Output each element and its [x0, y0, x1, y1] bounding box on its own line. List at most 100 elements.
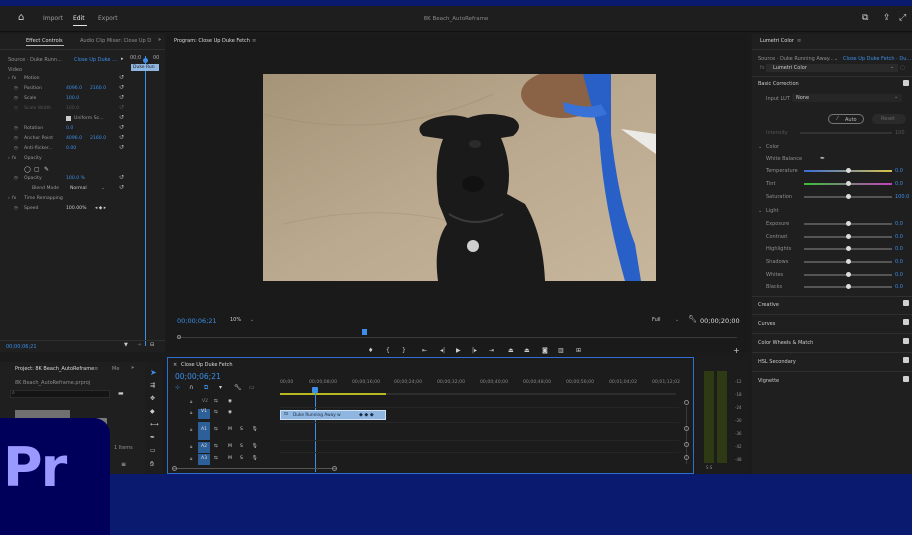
highlights-knob[interactable] [846, 246, 851, 251]
tint-value[interactable]: 0.0 [895, 181, 903, 187]
track-select-tool-icon[interactable]: ⇶ [150, 382, 155, 389]
lock-icon[interactable]: 🔒︎ [190, 399, 192, 405]
saturation-knob[interactable] [846, 194, 851, 199]
chevron-down-icon[interactable]: ⌄ [101, 186, 105, 191]
ec-row-value[interactable]: 100.0 % [66, 176, 85, 181]
intensity-slider[interactable] [800, 132, 892, 134]
ec-row-scale[interactable]: ◷ Scale 100.0 ↺ [0, 94, 160, 104]
color-wheels-section-header[interactable]: Color Wheels & Match [758, 340, 813, 346]
sequence-label[interactable]: Close Up Duke ... [74, 57, 117, 63]
lock-icon[interactable]: 🔒︎ [190, 456, 192, 462]
program-title[interactable]: Program: Close Up Duke Fetch [174, 38, 250, 44]
reset-icon[interactable]: ↺ [119, 184, 124, 191]
pen-tool-icon[interactable]: ✒ [150, 434, 155, 441]
hand-tool-icon[interactable]: ✋︎ [150, 460, 154, 469]
timeline-timecode[interactable]: 00;00;06;21 [175, 372, 221, 381]
mini-playhead-head[interactable] [143, 58, 148, 63]
slip-tool-icon[interactable]: ⟷ [150, 421, 159, 428]
ec-row-uniform-scale[interactable]: Uniform Sc... ↺ [0, 114, 160, 124]
wrench-icon[interactable]: 🔧︎ [688, 315, 697, 323]
mini-clip[interactable]: Duke Run [131, 64, 159, 71]
lock-icon[interactable]: 🔒︎ [190, 427, 192, 433]
basic-correction-header[interactable]: Basic Correction [758, 81, 799, 87]
ec-row-position[interactable]: ◷ Position 4096.0 2160.0 ↺ [0, 84, 160, 94]
filter-icon[interactable]: ▼ [124, 342, 128, 348]
scroll-handle-icon[interactable] [684, 400, 689, 405]
captions-icon[interactable]: ▭ [249, 384, 255, 391]
ec-row-value2[interactable]: 2160.0 [90, 86, 106, 91]
track-header-a2[interactable]: 🔒︎ A2 ⇆ M S 🎙︎ [190, 442, 280, 453]
ec-row-value[interactable]: 4096.0 [66, 86, 82, 91]
tab-effect-controls[interactable]: Effect Controls [26, 38, 63, 44]
tab-audio-clip-mixer[interactable]: Audio Clip Mixer: Close Up D [80, 38, 151, 44]
stopwatch-icon[interactable]: ◷ [14, 86, 18, 91]
tab-lumetri-color[interactable]: Lumetri Color [760, 38, 794, 44]
lock-icon[interactable]: 🔒︎ [190, 444, 192, 450]
shadows-knob[interactable] [846, 259, 851, 264]
solo-button[interactable]: S [240, 444, 243, 449]
ec-row-opacity[interactable]: ◷ Opacity 100.0 % ↺ [0, 174, 160, 184]
track-header-v2[interactable]: 🔒︎ V2 ⇆ ◉ [190, 399, 280, 408]
ec-row-value[interactable]: 0.0 [66, 126, 73, 131]
razor-tool-icon[interactable]: ◆ [150, 408, 155, 415]
chevron-down-icon[interactable]: ⌄ [250, 317, 254, 323]
panel-menu-icon[interactable]: ≡ [797, 38, 801, 44]
scroll-handle-icon[interactable] [684, 455, 689, 460]
add-marker-icon[interactable]: ▾ [219, 384, 222, 391]
export-frame-icon[interactable]: ⇥ [137, 342, 141, 348]
ripple-edit-tool-icon[interactable]: ✥ [150, 395, 155, 402]
timeline-playhead-line[interactable] [315, 392, 316, 472]
reset-icon[interactable]: ↺ [119, 74, 124, 81]
expand-icon[interactable]: › [8, 196, 10, 201]
sync-lock-icon[interactable]: ⇆ [214, 444, 218, 449]
stopwatch-icon[interactable]: ◷ [14, 176, 18, 181]
zoom-select[interactable]: 10% [230, 317, 241, 323]
play-button[interactable]: ▶ [456, 347, 461, 354]
track-name[interactable]: V1 [198, 409, 210, 419]
vignette-checkbox[interactable] [903, 376, 909, 382]
ec-row-anchor-point[interactable]: ◷ Anchor Point 4096.0 2160.0 ↺ [0, 134, 160, 144]
step-back-icon[interactable]: ◂| [440, 347, 445, 354]
ellipse-mask-icon[interactable]: ◯ [24, 166, 31, 173]
ec-row-value[interactable]: 100.0 [66, 96, 79, 101]
expand-icon[interactable]: ⌄ [758, 144, 762, 150]
creative-section-header[interactable]: Creative [758, 302, 779, 308]
solo-button[interactable]: S [240, 427, 243, 432]
panel-menu-icon[interactable]: ≡ [94, 366, 98, 372]
mic-icon[interactable]: 🎙︎ [252, 427, 258, 432]
panel-overflow-icon[interactable]: » [131, 365, 134, 371]
eyedropper-icon[interactable]: ✒ [820, 155, 825, 162]
temperature-knob[interactable] [846, 168, 851, 173]
exposure-value[interactable]: 0.0 [895, 221, 903, 227]
mark-in-icon[interactable]: { [386, 347, 390, 354]
track-name[interactable]: A2 [198, 442, 210, 453]
solo-button[interactable]: S [240, 456, 243, 461]
hsl-secondary-section-header[interactable]: HSL Secondary [758, 359, 796, 365]
sync-lock-icon[interactable]: ⇆ [214, 456, 218, 461]
chevron-down-icon[interactable]: ⌄ [834, 56, 838, 62]
horizontal-scrollbar[interactable] [172, 468, 337, 469]
insert-nest-icon[interactable]: ⊹ [175, 384, 180, 391]
reset-icon[interactable]: ↺ [119, 134, 124, 141]
stopwatch-icon[interactable]: ◷ [14, 126, 18, 131]
reset-icon[interactable]: ↺ [119, 84, 124, 91]
light-section-header[interactable]: Light [766, 208, 778, 214]
project-search-input[interactable] [10, 390, 110, 398]
eye-icon[interactable]: ◉ [228, 410, 232, 415]
lift-icon[interactable]: ⏏ [508, 347, 514, 354]
ec-row-mask-tools[interactable]: ◯ ▢ ✎ [0, 164, 160, 174]
sync-lock-icon[interactable]: ⇆ [214, 410, 218, 415]
mute-button[interactable]: M [228, 444, 232, 449]
shadows-value[interactable]: 0.0 [895, 259, 903, 265]
close-icon[interactable]: × [173, 362, 177, 368]
list-view-icon[interactable]: ≡ [121, 461, 126, 468]
program-viewer[interactable] [263, 74, 656, 281]
reset-icon[interactable]: ↺ [119, 114, 124, 121]
vignette-section-header[interactable]: Vignette [758, 378, 779, 384]
selection-tool-icon[interactable]: ➤ [150, 368, 157, 377]
panel-menu-icon[interactable]: ⊟ [150, 342, 154, 348]
lumetri-source[interactable]: Source · Duke Running Away... [758, 56, 834, 62]
fx-toggle-icon[interactable]: fx [760, 65, 765, 71]
eye-icon[interactable]: ◉ [228, 399, 232, 404]
basic-correction-checkbox[interactable] [903, 80, 909, 86]
